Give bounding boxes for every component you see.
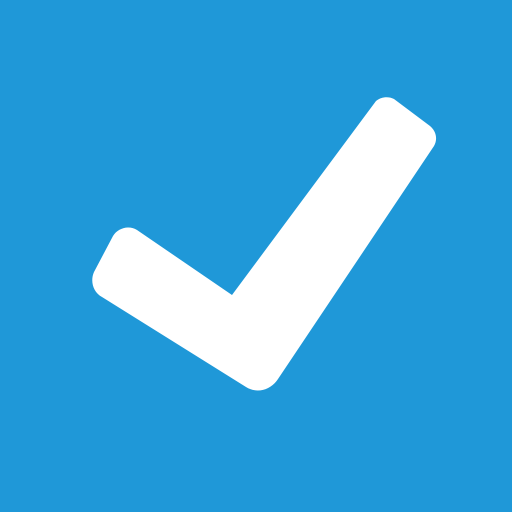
icon-background [0,0,512,512]
checkmark-tile [0,0,512,512]
checkmark-icon [0,0,512,512]
